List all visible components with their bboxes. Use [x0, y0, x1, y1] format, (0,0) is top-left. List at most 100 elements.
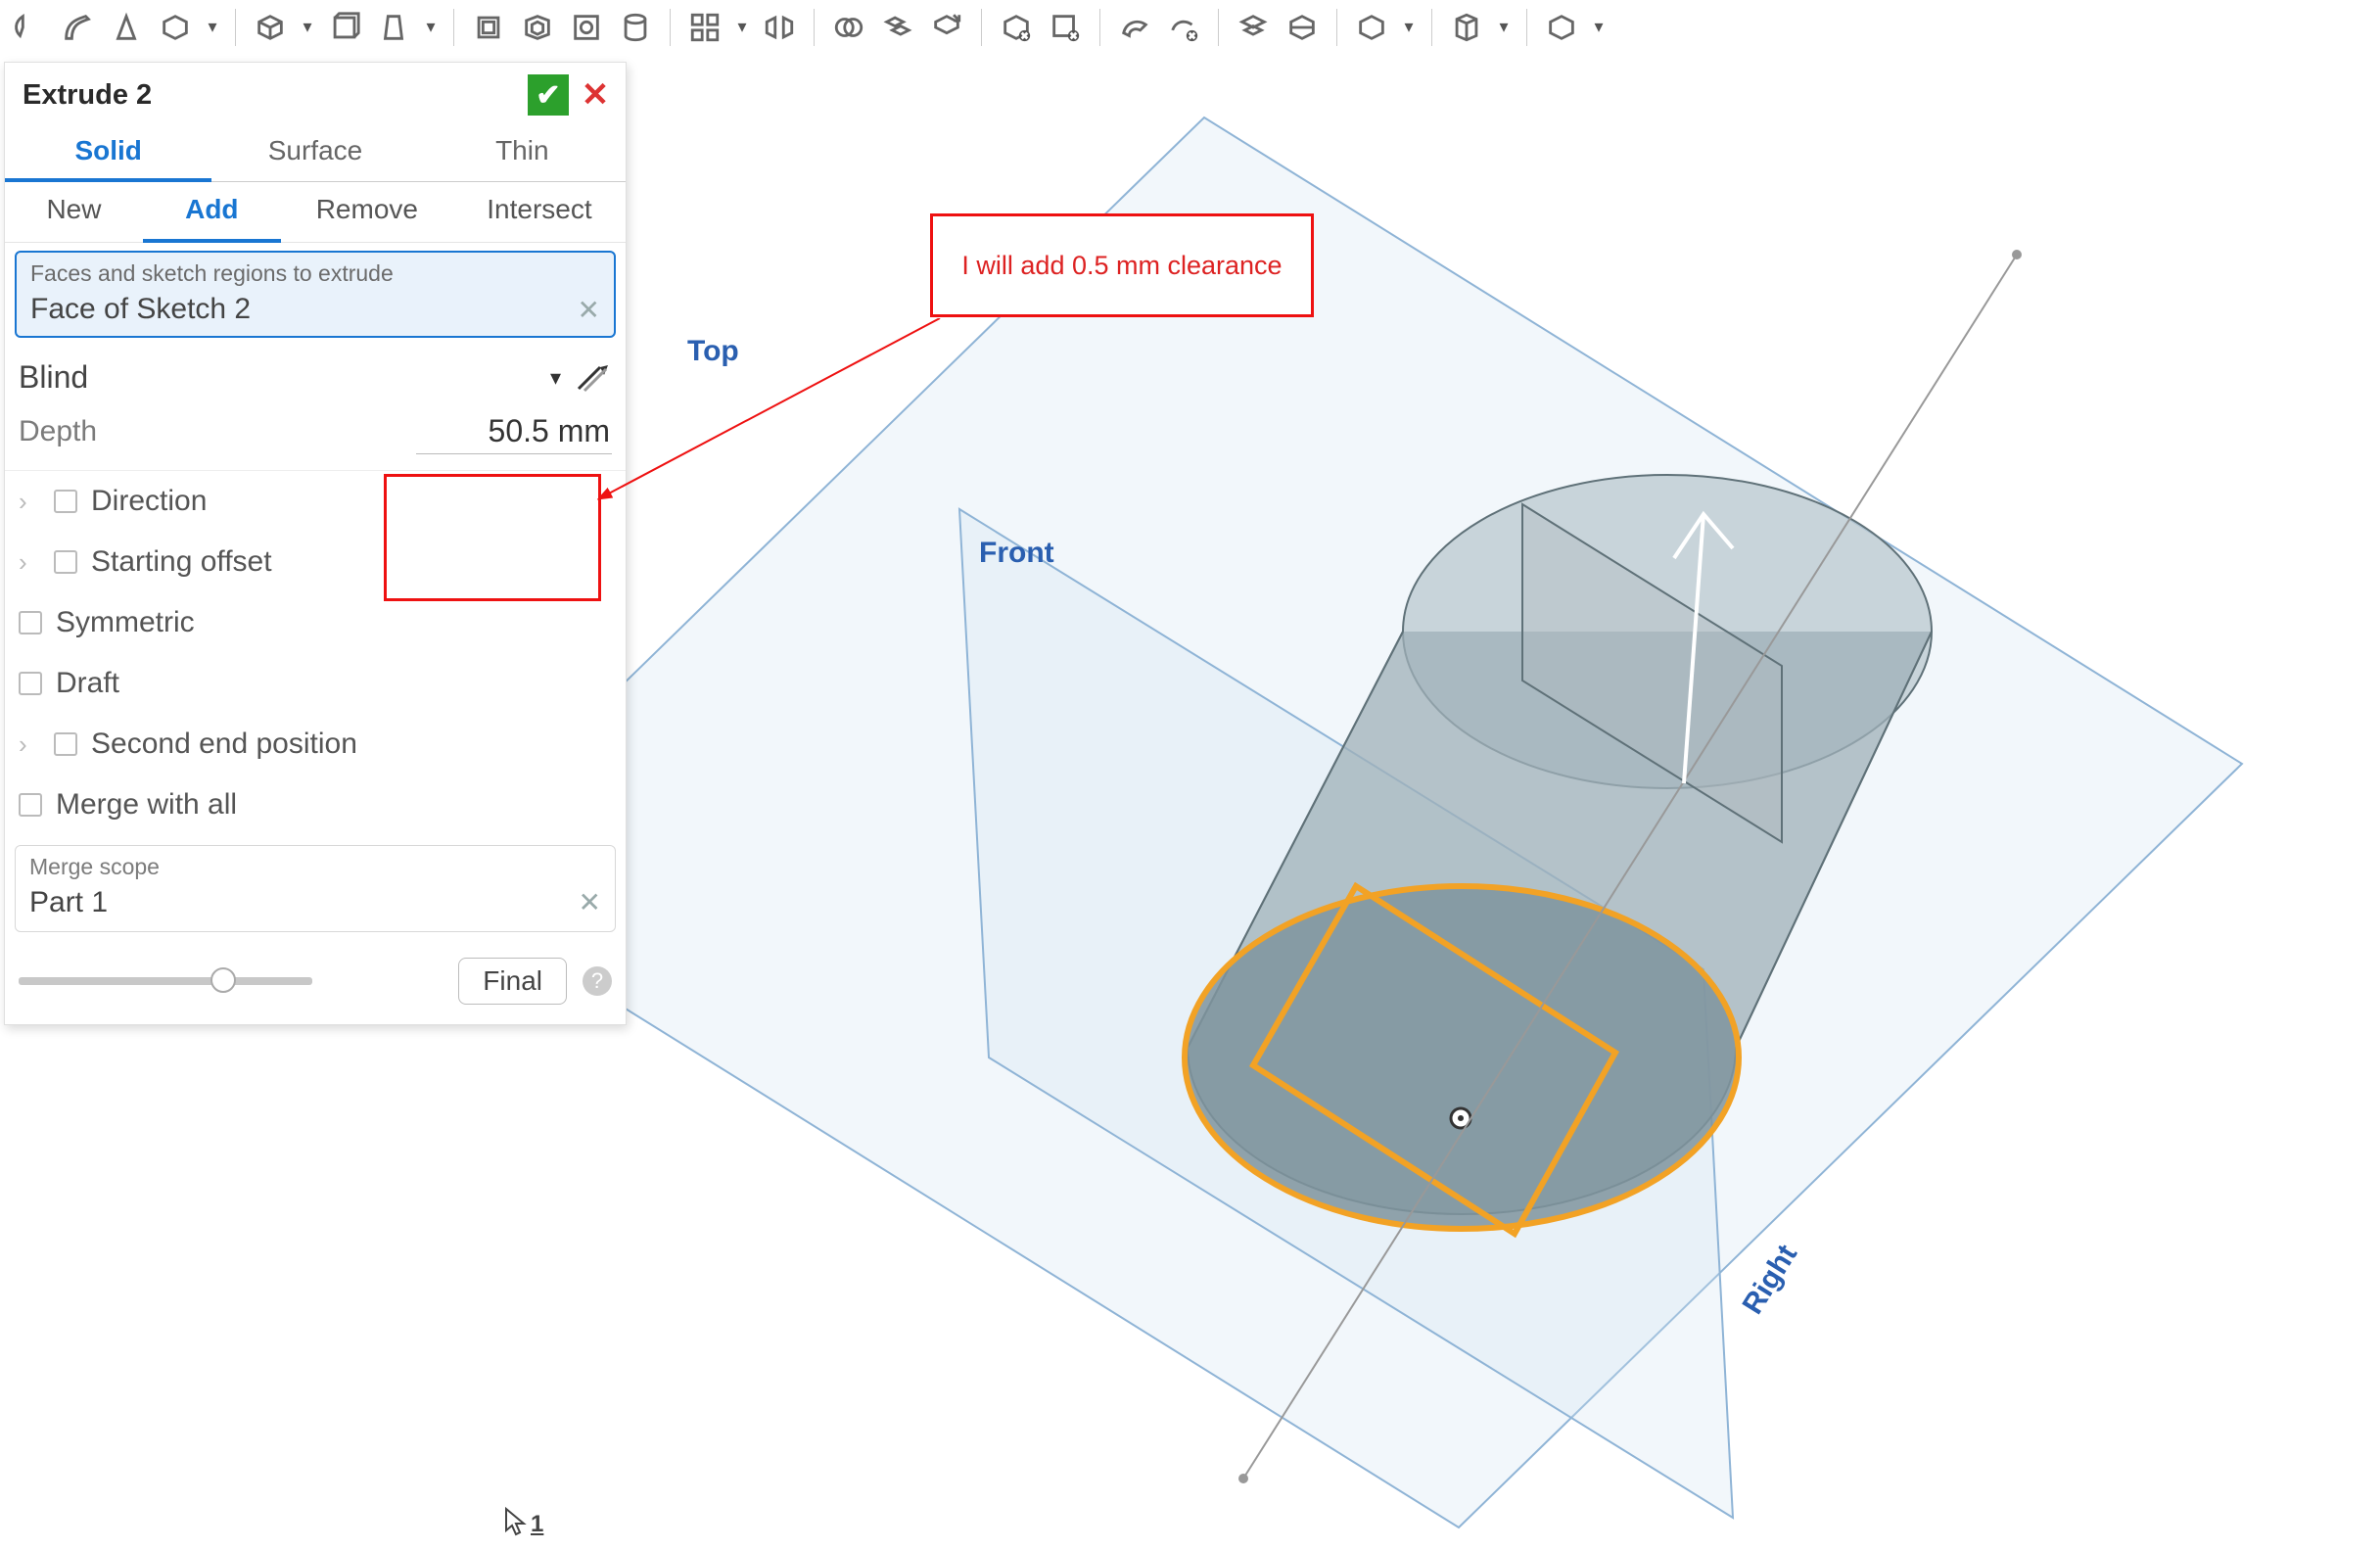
direction-label: Direction: [91, 485, 207, 518]
tool-move-icon[interactable]: [926, 7, 967, 48]
symmetric-checkbox[interactable]: [19, 611, 42, 634]
help-icon[interactable]: ?: [583, 966, 612, 996]
tool-fillet-icon[interactable]: [250, 7, 291, 48]
starting-offset-checkbox[interactable]: [54, 550, 77, 574]
slider-knob[interactable]: [210, 967, 236, 993]
main-toolbar: ▾ ▾ ▾ ▾ ▾ ▾ ▾: [0, 0, 2380, 54]
merge-scope-value: Part 1: [29, 886, 108, 919]
second-end-label: Second end position: [91, 728, 357, 761]
merge-all-checkbox[interactable]: [19, 793, 42, 817]
opacity-slider[interactable]: [19, 977, 312, 985]
chevron-down-icon[interactable]: ▾: [1495, 7, 1513, 48]
depth-row: Depth: [5, 403, 626, 471]
tool-draft-icon[interactable]: [373, 7, 414, 48]
tool-frame-icon[interactable]: [1446, 7, 1487, 48]
draft-checkbox[interactable]: [19, 672, 42, 695]
annotation-text: I will add 0.5 mm clearance: [961, 251, 1282, 281]
tool-sweep-icon[interactable]: [57, 7, 98, 48]
end-type-dropdown[interactable]: Blind ▾: [5, 346, 626, 403]
direction-option[interactable]: › Direction: [5, 471, 626, 532]
tool-pattern-icon[interactable]: [684, 7, 725, 48]
chevron-down-icon[interactable]: ▾: [733, 7, 751, 48]
panel-title: Extrude 2: [23, 79, 152, 112]
plane-label-front: Front: [979, 537, 1054, 570]
tool-delete-face-icon[interactable]: [1045, 7, 1086, 48]
direction-checkbox[interactable]: [54, 490, 77, 513]
starting-offset-option[interactable]: › Starting offset: [5, 532, 626, 592]
cursor-icon: [503, 1507, 527, 1538]
tool-rib-icon[interactable]: [566, 7, 607, 48]
tool-chamfer-icon[interactable]: [324, 7, 365, 48]
panel-footer: Final ?: [5, 946, 626, 1024]
tab-thin[interactable]: Thin: [419, 125, 626, 181]
merge-scope-box[interactable]: Merge scope Part 1 ✕: [15, 845, 616, 932]
tab-intersect[interactable]: Intersect: [453, 182, 626, 242]
second-end-checkbox[interactable]: [54, 732, 77, 756]
toolbar-separator: [1336, 9, 1337, 46]
tool-replace-icon[interactable]: [1163, 7, 1204, 48]
cursor-badge-count: 1: [531, 1511, 543, 1538]
tool-loft-icon[interactable]: [106, 7, 147, 48]
tool-modify-icon[interactable]: [1114, 7, 1155, 48]
tool-revolve-icon[interactable]: [8, 7, 49, 48]
chevron-right-icon: ›: [19, 729, 40, 760]
tab-add[interactable]: Add: [143, 182, 281, 243]
tool-offset-icon[interactable]: [468, 7, 509, 48]
accept-button[interactable]: ✔: [528, 74, 569, 116]
tab-surface[interactable]: Surface: [211, 125, 418, 181]
tool-transform-icon[interactable]: [877, 7, 918, 48]
end-type-value: Blind: [19, 359, 88, 396]
toolbar-separator: [981, 9, 982, 46]
final-button[interactable]: Final: [458, 958, 567, 1005]
result-type-tabs: Solid Surface Thin: [5, 125, 626, 182]
toolbar-separator: [235, 9, 236, 46]
selection-label: Faces and sketch regions to extrude: [30, 260, 600, 287]
toolbar-separator: [1099, 9, 1100, 46]
toolbar-separator: [1218, 9, 1219, 46]
tool-shell-icon[interactable]: [517, 7, 558, 48]
selection-box[interactable]: Faces and sketch regions to extrude Face…: [15, 251, 616, 338]
tab-new[interactable]: New: [5, 182, 143, 242]
second-end-option[interactable]: › Second end position: [5, 714, 626, 775]
panel-header: Extrude 2 ✔ ✕: [5, 63, 626, 125]
merge-all-label: Merge with all: [56, 788, 237, 822]
plane-label-top: Top: [687, 335, 739, 368]
boolean-type-tabs: New Add Remove Intersect: [5, 182, 626, 243]
clear-scope-icon[interactable]: ✕: [579, 886, 601, 919]
flip-direction-icon[interactable]: [575, 363, 612, 393]
chevron-down-icon[interactable]: ▾: [299, 7, 316, 48]
draft-label: Draft: [56, 667, 119, 700]
toolbar-separator: [1526, 9, 1527, 46]
extrude-panel: Extrude 2 ✔ ✕ Solid Surface Thin New Add…: [4, 62, 627, 1025]
tool-thicken-icon[interactable]: [155, 7, 196, 48]
starting-offset-label: Starting offset: [91, 545, 272, 579]
tool-composite-icon[interactable]: [1541, 7, 1582, 48]
tool-delete-part-icon[interactable]: [996, 7, 1037, 48]
depth-input[interactable]: [416, 409, 612, 454]
plane-label-right: Right: [1737, 1239, 1804, 1320]
merge-all-option[interactable]: Merge with all: [5, 775, 626, 835]
tool-boolean-icon[interactable]: [828, 7, 869, 48]
toolbar-separator: [670, 9, 671, 46]
depth-label: Depth: [19, 415, 97, 448]
chevron-down-icon[interactable]: ▾: [1400, 7, 1418, 48]
symmetric-option[interactable]: Symmetric: [5, 592, 626, 653]
cursor-badge: 1: [503, 1507, 543, 1538]
toolbar-separator: [1431, 9, 1432, 46]
tool-section-icon[interactable]: [1282, 7, 1323, 48]
symmetric-label: Symmetric: [56, 606, 195, 639]
clear-selection-icon[interactable]: ✕: [578, 294, 600, 326]
chevron-down-icon[interactable]: ▾: [204, 7, 221, 48]
tab-remove[interactable]: Remove: [281, 182, 453, 242]
tool-mirror-icon[interactable]: [759, 7, 800, 48]
chevron-down-icon[interactable]: ▾: [422, 7, 440, 48]
chevron-down-icon[interactable]: ▾: [1590, 7, 1608, 48]
tool-hole-icon[interactable]: [615, 7, 656, 48]
tool-sheetmetal-icon[interactable]: [1351, 7, 1392, 48]
tool-split-icon[interactable]: [1233, 7, 1274, 48]
toolbar-separator: [814, 9, 815, 46]
selection-value: Face of Sketch 2: [30, 293, 251, 326]
cancel-button[interactable]: ✕: [575, 74, 616, 116]
tab-solid[interactable]: Solid: [5, 125, 211, 182]
draft-option[interactable]: Draft: [5, 653, 626, 714]
